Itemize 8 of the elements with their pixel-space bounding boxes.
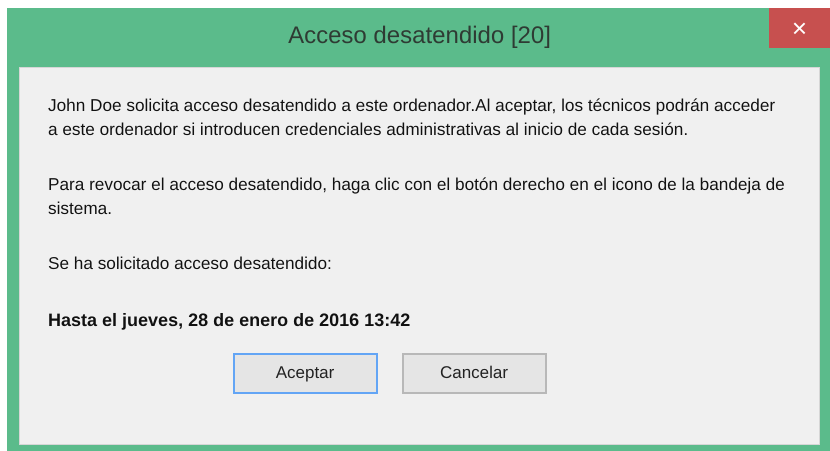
accept-button[interactable]: Aceptar — [232, 352, 378, 394]
cancel-button[interactable]: Cancelar — [402, 352, 546, 394]
window-title: Acceso desatendido [20] — [288, 22, 551, 50]
message-text: Se ha solicitado acceso desatendido: — [48, 252, 333, 275]
message-text: John Doe solicita acceso desatendido a este ordenador.Al aceptar, los técnicos podrán acceder a este ordenador si introducen credenciales administrativas al inicio de cada sesión. — [48, 94, 776, 140]
deadline-text: Hasta el jueves, 28 de enero de 2016 13:42 — [48, 310, 412, 330]
message-text: Para revocar el acceso desatendido, haga clic con el botón derecho en el icono de la bandeja de sistema. — [48, 173, 786, 220]
close-button[interactable]: × — [769, 8, 830, 48]
